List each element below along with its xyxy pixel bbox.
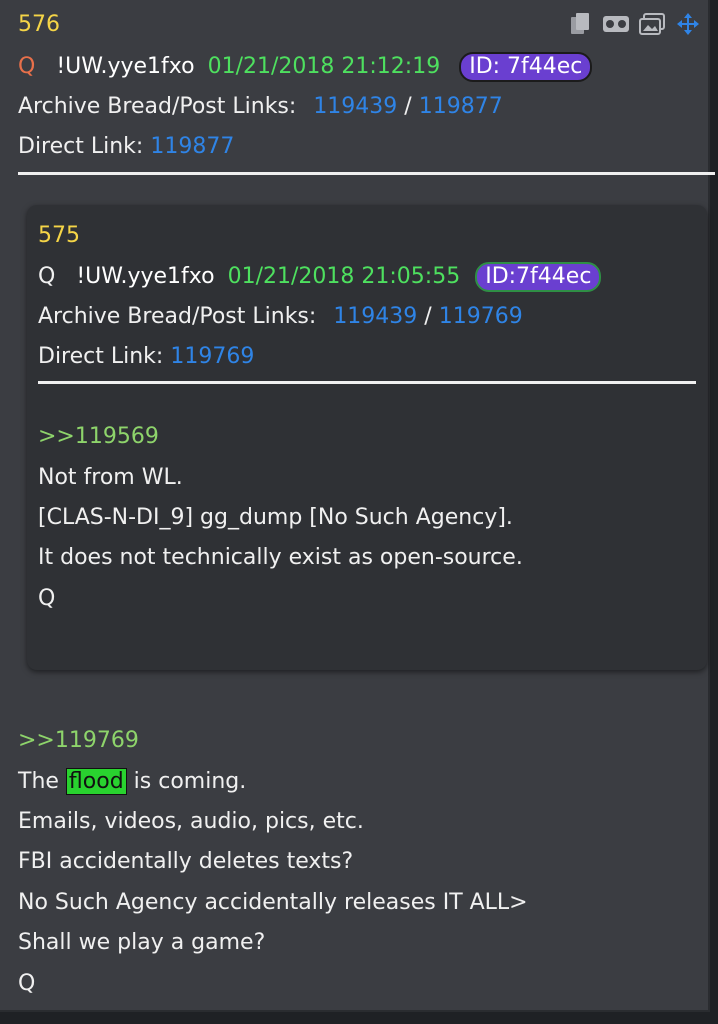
gallery-icon[interactable] (638, 10, 666, 38)
quoted-direct-link-value[interactable]: 119769 (170, 344, 254, 369)
post-direct-link: Direct Link: 119877 (18, 133, 234, 161)
quoted-tripcode: !UW.yye1fxo (76, 264, 215, 289)
quoted-body-line: [CLAS-N-DI_9] gg_dump [No Such Agency]. (38, 505, 513, 530)
post-tripcode: !UW.yye1fxo (56, 54, 195, 79)
post-reply-link[interactable]: >>119769 (18, 727, 139, 755)
quoted-number: 575 (38, 222, 80, 250)
body-text: is coming. (133, 769, 247, 794)
quoted-body-signature: Q (38, 586, 56, 611)
quoted-datetime: 01/21/2018 21:05:55 (227, 264, 461, 289)
post-header: Q !UW.yye1fxo 01/21/2018 21:12:19 ID: 7f… (18, 52, 593, 82)
quoted-author: Q (38, 264, 56, 289)
archive-label: Archive Bread/Post Links: (18, 94, 297, 119)
direct-link[interactable]: 119877 (150, 134, 234, 159)
quoted-archive-links: Archive Bread/Post Links: 119439 / 11976… (38, 303, 523, 331)
post-body-line: Shall we play a game? (18, 930, 266, 955)
quoted-direct-link-label: Direct Link: (38, 344, 164, 369)
quoted-number-value: 575 (38, 223, 80, 248)
post-divider (18, 172, 715, 175)
post-body-signature: Q (18, 971, 36, 996)
vr-headset-icon[interactable] (602, 10, 630, 38)
quoted-direct-link: Direct Link: 119769 (38, 343, 254, 371)
post-body-line: Emails, videos, audio, pics, etc. (18, 809, 364, 834)
post-576: 576 Q !UW.yye1fxo 01/21/2018 21:12:19 ID… (0, 0, 715, 1012)
post-body-line-1: The flood is coming. (18, 768, 246, 796)
post-archive-links: Archive Bread/Post Links: 119439 / 11987… (18, 93, 503, 121)
quoted-archive-separator: / (424, 304, 432, 329)
move-icon[interactable] (674, 10, 702, 38)
copy-icon[interactable] (566, 10, 594, 38)
quoted-body-line: Not from WL. (38, 465, 183, 490)
quoted-post-575: 575 Q !UW.yye1fxo 01/21/2018 21:05:55 ID… (27, 205, 707, 670)
post-number: 576 (18, 11, 60, 39)
body-text: The (18, 769, 59, 794)
quoted-body-line: It does not technically exist as open-so… (38, 545, 523, 570)
quoted-reply-link[interactable]: >>119569 (38, 423, 159, 451)
post-datetime: 01/21/2018 21:12:19 (207, 54, 441, 79)
quoted-archive-link-2[interactable]: 119769 (439, 304, 523, 329)
post-id-badge[interactable]: ID: 7f44ec (459, 52, 593, 82)
post-body-line: No Such Agency accidentally releases IT … (18, 890, 528, 915)
highlighted-word: flood (65, 768, 127, 795)
post-toolbar (566, 10, 702, 38)
post-author: Q (18, 54, 36, 79)
post-number-value: 576 (18, 12, 60, 37)
direct-link-label: Direct Link: (18, 134, 144, 159)
quoted-archive-label: Archive Bread/Post Links: (38, 304, 317, 329)
quoted-header: Q !UW.yye1fxo 01/21/2018 21:05:55 ID:7f4… (38, 262, 602, 292)
quoted-archive-link-1[interactable]: 119439 (333, 304, 417, 329)
quoted-id-badge[interactable]: ID:7f44ec (475, 262, 602, 292)
post-body-line: FBI accidentally deletes texts? (18, 849, 354, 874)
archive-link-2[interactable]: 119877 (419, 94, 503, 119)
archive-separator: / (404, 94, 412, 119)
quoted-divider (38, 381, 696, 384)
archive-link-1[interactable]: 119439 (313, 94, 397, 119)
